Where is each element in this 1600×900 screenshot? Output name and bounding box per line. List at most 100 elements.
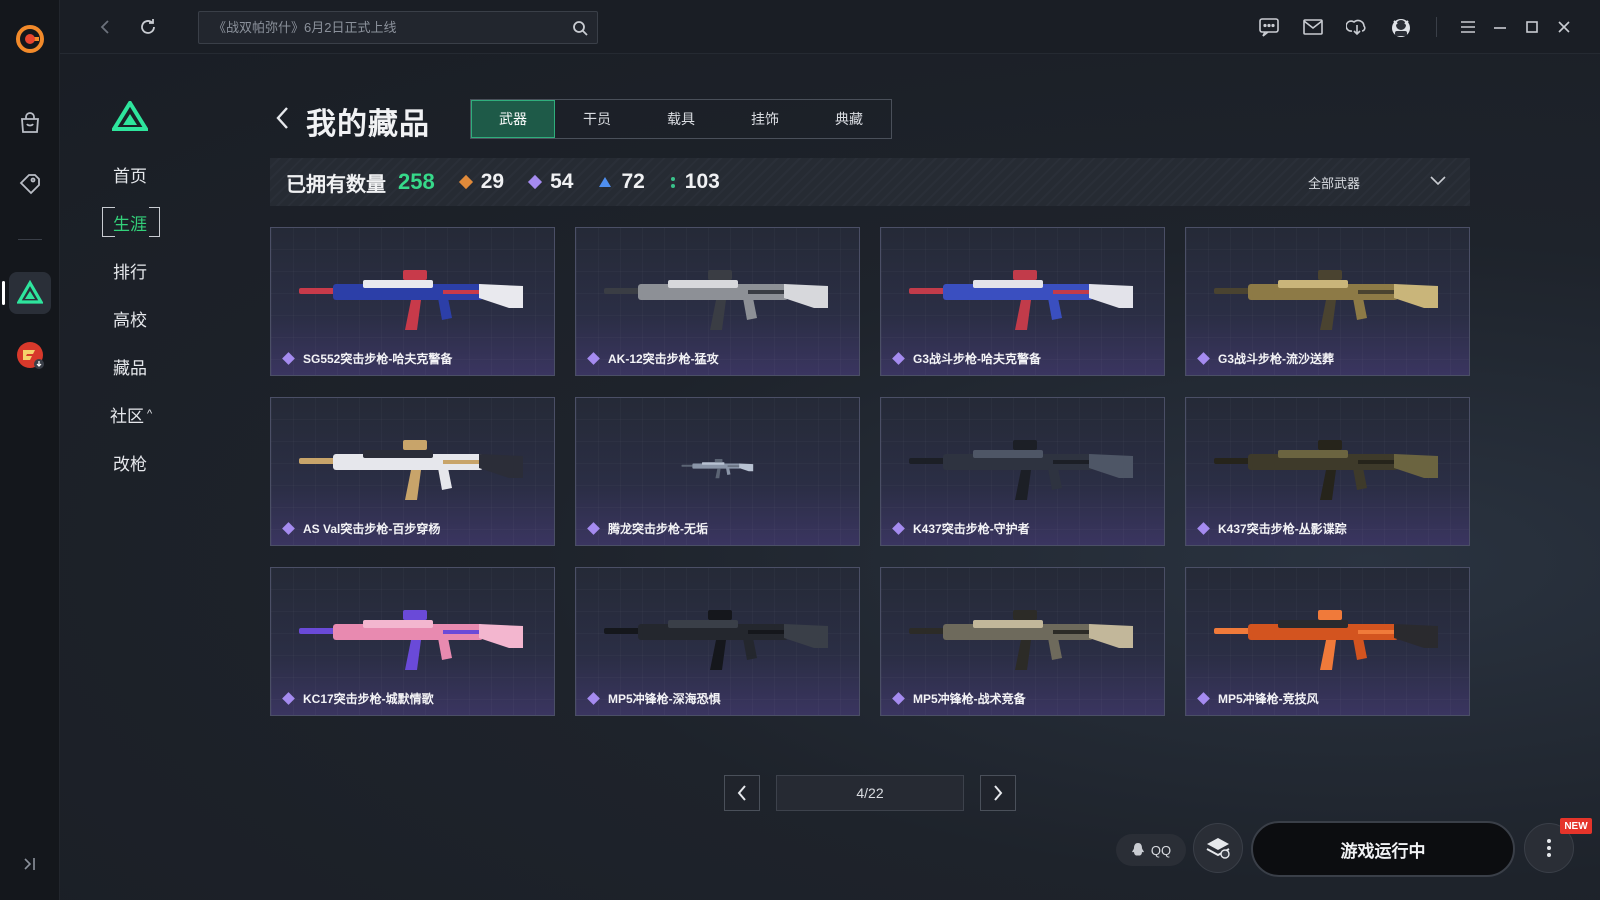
- weapon-name: G3战斗步枪-哈夫克警备: [891, 350, 1041, 367]
- tab-charms[interactable]: 挂饰: [723, 100, 807, 138]
- back-chevron-icon[interactable]: [272, 103, 292, 133]
- weapon-card[interactable]: G3战斗步枪-哈夫克警备: [880, 227, 1165, 376]
- crossfire-game-icon[interactable]: [0, 333, 60, 377]
- topbar-separator: [1436, 17, 1437, 37]
- chevron-down-icon: [1430, 173, 1446, 191]
- weapon-card[interactable]: AS Val突击步枪-百步穿杨: [270, 397, 555, 546]
- weapon-name: MP5冲锋枪-深海恐惧: [586, 690, 721, 707]
- category-tabs: 武器 干员 载具 挂饰 典藏: [470, 99, 892, 139]
- rarity-green: 103: [670, 170, 720, 194]
- nav-item-ranking[interactable]: 排行: [102, 255, 158, 285]
- collapse-rail-icon[interactable]: [18, 852, 42, 876]
- search-icon[interactable]: [563, 12, 597, 43]
- weapon-name: 腾龙突击步枪-无垢: [586, 520, 708, 537]
- weapon-filter-dropdown[interactable]: 全部武器: [1308, 158, 1446, 206]
- purple-gem-icon: [1197, 522, 1210, 535]
- download-icon[interactable]: [1342, 12, 1372, 42]
- tab-collectibles[interactable]: 典藏: [807, 100, 891, 138]
- nav-item-academy[interactable]: 高校: [102, 303, 158, 333]
- next-page-button[interactable]: [980, 775, 1016, 811]
- weapon-name: MP5冲锋枪-竞技风: [1196, 690, 1319, 707]
- nav-item-community[interactable]: 社区 ^: [110, 399, 170, 429]
- purple-gem-icon: [587, 692, 600, 705]
- purple-gem-icon: [1197, 692, 1210, 705]
- weapon-name-text: G3战斗步枪-流沙送葬: [1218, 352, 1335, 366]
- weapon-card[interactable]: MP5冲锋枪-深海恐惧: [575, 567, 860, 716]
- close-icon[interactable]: [1549, 12, 1579, 42]
- weapon-image: [1214, 610, 1438, 670]
- weapon-name-text: K437突击步枪-守护者: [913, 522, 1030, 536]
- weapon-name-text: AS Val突击步枪-百步穿杨: [303, 522, 441, 536]
- qq-button[interactable]: QQ: [1116, 834, 1186, 866]
- green-dots-icon: [670, 176, 675, 188]
- prev-page-button[interactable]: [724, 775, 760, 811]
- purple-gem-icon: [587, 352, 600, 365]
- weapon-card[interactable]: AK-12突击步枪-猛攻: [575, 227, 860, 376]
- app-logo-icon[interactable]: [0, 17, 60, 61]
- weapon-name: G3战斗步枪-流沙送葬: [1196, 350, 1334, 367]
- weapon-image: [604, 610, 828, 670]
- search-bar[interactable]: [198, 11, 598, 44]
- weapon-card[interactable]: KC17突击步枪-城默情歌: [270, 567, 555, 716]
- maximize-icon[interactable]: [1517, 12, 1547, 42]
- weapon-name: KC17突击步枪-城默情歌: [281, 690, 434, 707]
- purple-gem-icon: [282, 352, 295, 365]
- launch-game-button[interactable]: 游戏运行中: [1251, 821, 1515, 877]
- purple-gem-icon: [892, 352, 905, 365]
- tab-operators[interactable]: 干员: [555, 100, 639, 138]
- weapon-name: SG552突击步枪-哈夫克警备: [281, 350, 452, 367]
- tab-vehicles[interactable]: 载具: [639, 100, 723, 138]
- weapon-name-text: 腾龙突击步枪-无垢: [608, 522, 708, 536]
- weapon-name-text: K437突击步枪-丛影谍踪: [1218, 522, 1347, 536]
- tab-weapons[interactable]: 武器: [471, 100, 555, 138]
- weapon-name: AK-12突击步枪-猛攻: [586, 350, 719, 367]
- top-bar: [60, 0, 1600, 54]
- orange-gem-icon: [458, 174, 473, 190]
- qq-penguin-icon: [1131, 843, 1144, 856]
- chat-icon[interactable]: [1254, 12, 1284, 42]
- refresh-icon[interactable]: [133, 12, 163, 42]
- weapon-image: [1214, 270, 1438, 330]
- game-tag-icon[interactable]: [0, 161, 60, 205]
- weapon-name-text: MP5冲锋枪-竞技风: [1218, 692, 1319, 706]
- weapon-card[interactable]: G3战斗步枪-流沙送葬: [1185, 227, 1470, 376]
- weapon-card[interactable]: K437突击步枪-丛影谍踪: [1185, 397, 1470, 546]
- nav-item-collection[interactable]: 藏品: [102, 351, 158, 381]
- accelerator-button[interactable]: [1193, 823, 1243, 873]
- rarity-orange: 29: [458, 170, 505, 194]
- rarity-count: 29: [480, 170, 505, 193]
- purple-gem-icon: [528, 174, 543, 190]
- user-avatar-icon[interactable]: [1386, 12, 1416, 42]
- weapon-name: AS Val突击步枪-百步穿杨: [281, 520, 440, 537]
- qq-label: QQ: [1150, 842, 1172, 858]
- weapon-name-text: SG552突击步枪-哈夫克警备: [303, 352, 453, 366]
- search-input[interactable]: [213, 20, 563, 35]
- page-title: 我的藏品: [306, 108, 430, 141]
- back-arrow-icon[interactable]: [90, 12, 120, 42]
- weapon-name: K437突击步枪-守护者: [891, 520, 1030, 537]
- weapon-card[interactable]: 腾龙突击步枪-无垢: [575, 397, 860, 546]
- weapon-image: [299, 440, 523, 500]
- weapon-image: [681, 459, 754, 479]
- weapon-card[interactable]: MP5冲锋枪-战术竞备: [880, 567, 1165, 716]
- nav-item-gunsmith[interactable]: 改枪: [102, 447, 158, 477]
- weapon-card[interactable]: K437突击步枪-守护者: [880, 397, 1165, 546]
- mail-icon[interactable]: [1298, 12, 1328, 42]
- new-badge: NEW: [1560, 818, 1592, 834]
- app-rail: [0, 0, 60, 900]
- rarity-purple: 54: [528, 170, 573, 194]
- weapon-image: [909, 610, 1133, 670]
- nav-item-home[interactable]: 首页: [102, 159, 158, 189]
- weapon-name-text: AK-12突击步枪-猛攻: [608, 352, 719, 366]
- nav-item-career[interactable]: 生涯: [102, 207, 158, 237]
- layers-icon: [1206, 838, 1230, 859]
- delta-force-game-icon[interactable]: [0, 271, 60, 315]
- weapon-card[interactable]: SG552突击步枪-哈夫克警备: [270, 227, 555, 376]
- weapon-card[interactable]: MP5冲锋枪-竞技风: [1185, 567, 1470, 716]
- menu-icon[interactable]: [1453, 12, 1483, 42]
- rarity-count: 103: [684, 170, 720, 193]
- shop-bag-icon[interactable]: [0, 101, 60, 145]
- minimize-icon[interactable]: [1485, 12, 1515, 42]
- purple-gem-icon: [892, 522, 905, 535]
- weapon-name: K437突击步枪-丛影谍踪: [1196, 520, 1347, 537]
